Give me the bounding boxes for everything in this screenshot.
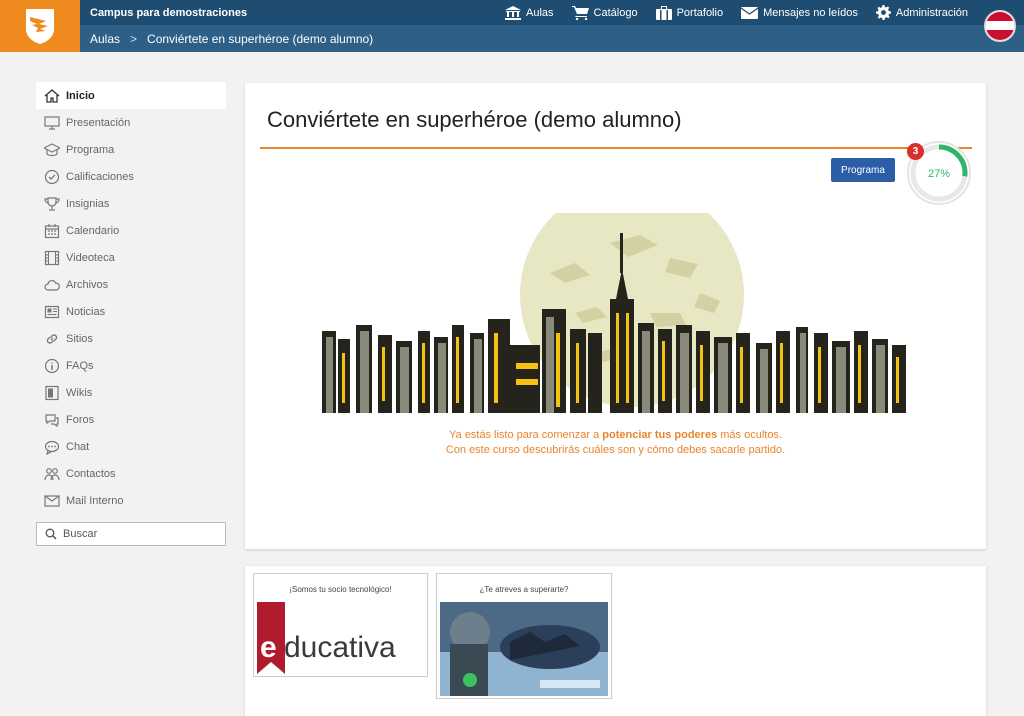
welcome-message-line1: Ya estás listo para comenzar a potenciar… <box>245 428 986 443</box>
sidebar-item-label: Archivos <box>66 278 109 291</box>
sidebar-item-label: Insignias <box>66 197 110 210</box>
calendar-icon <box>44 223 60 238</box>
sidebar-item-calendario[interactable]: Calendario <box>36 217 226 244</box>
notification-badge[interactable]: 3 <box>907 143 924 160</box>
sidebar-item-faqs[interactable]: FAQs <box>36 352 226 379</box>
top-bar: Campus para demostraciones Aulas Catálog… <box>0 0 1024 52</box>
page-title: Conviértete en superhéroe (demo alumno) <box>267 107 682 132</box>
sidebar-item-programa[interactable]: Programa <box>36 136 226 163</box>
sidebar-item-label: Sitios <box>66 332 93 345</box>
nav-mensajes-label: Mensajes no leídos <box>763 6 858 19</box>
trophy-icon <box>44 196 60 211</box>
chat-bubbles-icon <box>45 413 59 427</box>
envelope-icon <box>741 6 759 19</box>
chevron-right-icon: > <box>130 32 138 46</box>
chat-icon <box>44 440 60 455</box>
search-label: Buscar <box>63 528 98 540</box>
sidebar-item-label: Wikis <box>66 386 93 399</box>
course-card: Conviértete en superhéroe (demo alumno) … <box>245 83 986 549</box>
sidebar-item-label: Presentación <box>66 116 131 129</box>
cart-icon <box>571 5 589 20</box>
nav-portafolio-label: Portafolio <box>676 6 724 19</box>
nav-mensajes[interactable]: Mensajes no leídos <box>741 6 858 19</box>
city-skyline-illustration <box>322 213 906 413</box>
breadcrumb-aulas[interactable]: Aulas <box>90 32 120 46</box>
welcome-message-line2: Con este curso descubrirás cuáles son y … <box>445 444 786 456</box>
sidebar-item-label: Contactos <box>66 467 116 480</box>
sidebar-item-label: Calendario <box>66 224 120 237</box>
sidebar-item-label: Programa <box>66 143 115 156</box>
banner-caption: ¿Te atreves a superarte? <box>479 585 569 594</box>
sidebar-item-presentacion[interactable]: Presentación <box>36 109 226 136</box>
sidebar-item-label: Chat <box>66 440 90 453</box>
sidebar-item-noticias[interactable]: Noticias <box>36 298 226 325</box>
message-text: más ocultos. <box>717 429 782 441</box>
gear-icon <box>875 5 891 20</box>
book-icon <box>45 385 59 400</box>
sidebar-item-label: Videoteca <box>66 251 115 264</box>
progress-text: 27% <box>928 168 950 180</box>
sidebar-item-archivos[interactable]: Archivos <box>36 271 226 298</box>
sidebar-item-chat[interactable]: Chat <box>36 433 226 460</box>
sidebar-item-contactos[interactable]: Contactos <box>36 460 226 487</box>
bank-icon <box>505 5 522 20</box>
educativa-logo: e educativa ducativa <box>257 602 396 674</box>
sidebar-item-foros[interactable]: Foros <box>36 406 226 433</box>
user-avatar[interactable] <box>984 10 1016 42</box>
sidebar-item-wikis[interactable]: Wikis <box>36 379 226 406</box>
link-icon <box>46 333 58 344</box>
nav-aulas-label: Aulas <box>526 6 554 19</box>
graduation-cap-icon <box>44 142 60 156</box>
sidebar-item-label: Mail Interno <box>66 494 124 507</box>
title-divider <box>260 147 972 149</box>
sidebar-item-label: Inicio <box>66 89 95 102</box>
sidebar-item-calificaciones[interactable]: Calificaciones <box>36 163 226 190</box>
logo[interactable] <box>0 0 80 52</box>
nav-portafolio[interactable]: Portafolio <box>655 5 724 20</box>
info-icon <box>44 358 60 373</box>
newspaper-icon <box>44 305 60 318</box>
sidebar-item-sitios[interactable]: Sitios <box>36 325 226 352</box>
sidebar-item-label: Noticias <box>66 305 106 318</box>
campus-name[interactable]: Campus para demostraciones <box>90 7 247 19</box>
sidebar-item-label: FAQs <box>66 359 94 372</box>
banner-superarte[interactable]: ¿Te atreves a superarte? <box>436 573 612 699</box>
briefcase-icon <box>655 5 672 20</box>
breadcrumb: Aulas > Conviértete en superhéroe (demo … <box>90 32 373 46</box>
message-bold: potenciar tus poderes <box>602 429 718 441</box>
main-nav: Aulas Catálogo Portafolio Mensajes no le… <box>505 0 968 25</box>
nav-catalogo-label: Catálogo <box>593 6 638 19</box>
search-icon <box>45 528 57 540</box>
sidebar: Inicio Presentación Programa Calificacio… <box>36 82 226 546</box>
nav-catalogo[interactable]: Catálogo <box>571 5 638 20</box>
nav-administracion-label: Administración <box>895 6 968 19</box>
message-text: Ya estás listo para comenzar a <box>449 429 603 441</box>
cloud-icon <box>44 279 60 291</box>
breadcrumb-course[interactable]: Conviértete en superhéroe (demo alumno) <box>147 32 373 46</box>
banner-caption: ¡Somos tu socio tecnológico! <box>289 585 392 594</box>
sidebar-item-label: Foros <box>66 413 95 426</box>
sidebar-item-inicio[interactable]: Inicio <box>36 82 226 109</box>
sidebar-item-label: Calificaciones <box>66 170 134 183</box>
user-avatar-icon <box>986 12 1014 40</box>
banner-educativa[interactable]: ¡Somos tu socio tecnológico! e educativa… <box>253 573 428 677</box>
home-icon <box>44 88 60 103</box>
search-box[interactable]: Buscar <box>36 522 226 546</box>
sidebar-item-mail-interno[interactable]: Mail Interno <box>36 487 226 514</box>
superhero-banner-image <box>440 602 608 696</box>
svg-text:ducativa: ducativa <box>284 631 396 664</box>
check-circle-icon <box>44 169 60 184</box>
eagle-logo-icon <box>26 9 54 44</box>
nav-aulas[interactable]: Aulas <box>505 5 554 20</box>
sidebar-item-videoteca[interactable]: Videoteca <box>36 244 226 271</box>
film-icon <box>44 250 60 265</box>
programa-button[interactable]: Programa <box>831 158 895 182</box>
sidebar-item-insignias[interactable]: Insignias <box>36 190 226 217</box>
monitor-icon <box>44 115 60 130</box>
mail-icon <box>44 494 60 507</box>
nav-administracion[interactable]: Administración <box>875 5 968 20</box>
svg-text:e: e <box>260 631 277 664</box>
banners-card: ¡Somos tu socio tecnológico! e educativa… <box>245 566 986 716</box>
people-icon <box>44 467 60 480</box>
